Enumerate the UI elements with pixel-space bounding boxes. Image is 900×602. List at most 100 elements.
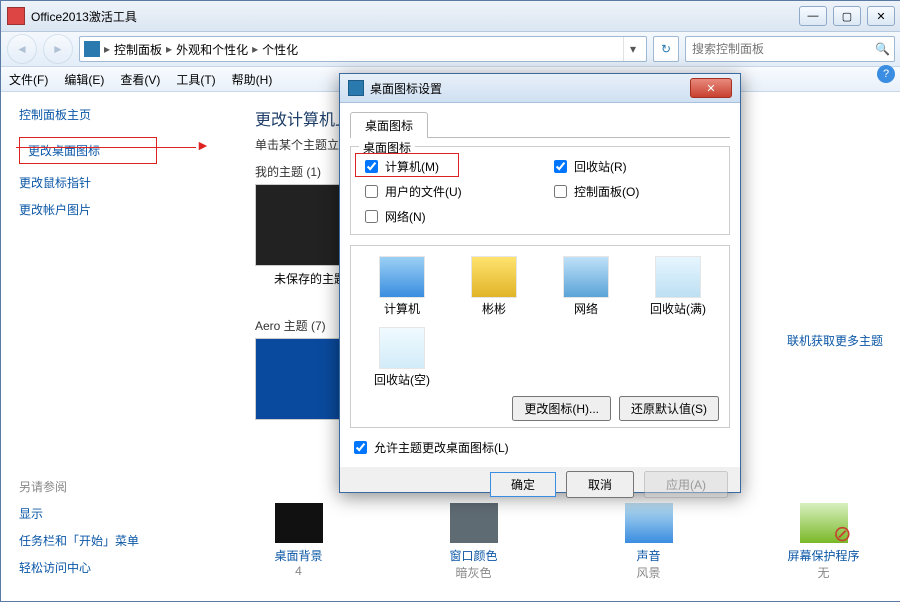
- dialog-body: 桌面图标 桌面图标 计算机(M) 回收站(R) 用户的文件: [340, 103, 740, 467]
- menu-edit[interactable]: 编辑(E): [64, 71, 104, 88]
- checkbox-label: 控制面板(O): [574, 183, 639, 200]
- checkbox-computer-input[interactable]: [365, 160, 378, 173]
- close-button[interactable]: ✕: [867, 6, 895, 26]
- icon-preview-recycle-full[interactable]: 回收站(满): [637, 256, 719, 317]
- group-legend: 桌面图标: [359, 139, 415, 156]
- search-box[interactable]: 🔍: [685, 36, 895, 62]
- navigation-bar: ◄ ► ▸ 控制面板 ▸ 外观和个性化 ▸ 个性化 ▾ ↻ 🔍: [1, 32, 900, 67]
- chevron-right-icon: ▸: [252, 42, 258, 56]
- allow-themes-checkbox[interactable]: 允许主题更改桌面图标(L): [350, 438, 730, 457]
- window-color-item[interactable]: 窗口颜色 暗灰色: [416, 503, 531, 581]
- menu-view[interactable]: 查看(V): [120, 71, 160, 88]
- checkbox-user-files[interactable]: 用户的文件(U): [361, 182, 530, 201]
- get-more-themes-link[interactable]: 联机获取更多主题: [787, 332, 883, 349]
- icon-label: 网络: [545, 300, 627, 317]
- help-icon[interactable]: ?: [877, 65, 895, 83]
- icon-label: 彬彬: [453, 300, 535, 317]
- icon-preview-recycle-empty[interactable]: 回收站(空): [361, 327, 443, 388]
- see-also-ease-of-access[interactable]: 轻松访问中心: [19, 559, 219, 576]
- minimize-button[interactable]: —: [799, 6, 827, 26]
- sidebar-link-label: 更改桌面图标: [28, 144, 100, 158]
- checkbox-network[interactable]: 网络(N): [361, 207, 530, 226]
- user-folder-icon: [471, 256, 517, 298]
- recycle-bin-empty-icon: [379, 327, 425, 369]
- back-button[interactable]: ◄: [7, 34, 37, 64]
- apply-button[interactable]: 应用(A): [644, 471, 728, 498]
- checkbox-computer[interactable]: 计算机(M): [361, 157, 530, 176]
- app-icon: [7, 7, 25, 25]
- icon-preview-user[interactable]: 彬彬: [453, 256, 535, 317]
- dialog-close-button[interactable]: ✕: [690, 78, 732, 98]
- tab-desktop-icons[interactable]: 桌面图标: [350, 112, 428, 138]
- forward-button[interactable]: ►: [43, 34, 73, 64]
- menu-tools[interactable]: 工具(T): [176, 71, 215, 88]
- cancel-button[interactable]: 取消: [566, 471, 634, 498]
- see-also-taskbar[interactable]: 任务栏和「开始」菜单: [19, 532, 219, 549]
- dialog-footer: 确定 取消 应用(A): [340, 467, 740, 501]
- address-dropdown[interactable]: ▾: [623, 37, 642, 61]
- computer-icon: [379, 256, 425, 298]
- window-title: Office2013激活工具: [31, 8, 137, 25]
- checkbox-control-panel-input[interactable]: [554, 185, 567, 198]
- explorer-window: Office2013激活工具 — ▢ ✕ ◄ ► ▸ 控制面板 ▸ 外观和个性化…: [0, 0, 900, 602]
- theme-components-row: 桌面背景 4 窗口颜色 暗灰色 声音 风景 屏幕保护程序 无: [241, 503, 881, 581]
- checkbox-recycle-bin[interactable]: 回收站(R): [550, 157, 719, 176]
- desktop-background-icon: [275, 503, 323, 543]
- sounds-label: 声音: [591, 547, 706, 564]
- location-icon: [84, 41, 100, 57]
- restore-default-button[interactable]: 还原默认值(S): [619, 396, 719, 421]
- checkbox-user-files-input[interactable]: [365, 185, 378, 198]
- checkbox-label: 计算机(M): [385, 158, 439, 175]
- titlebar: Office2013激活工具 — ▢ ✕: [1, 1, 900, 32]
- chevron-right-icon: ▸: [166, 42, 172, 56]
- icon-preview-computer[interactable]: 计算机: [361, 256, 443, 317]
- sounds-item[interactable]: 声音 风景: [591, 503, 706, 581]
- see-also-display[interactable]: 显示: [19, 505, 219, 522]
- sidebar: 控制面板主页 更改桌面图标 更改鼠标指针 更改帐户图片 另请参阅 显示 任务栏和…: [1, 92, 237, 602]
- icon-preview-group: 计算机 彬彬 网络 回收站(满): [350, 245, 730, 428]
- desktop-background-label: 桌面背景: [241, 547, 356, 564]
- screensaver-item[interactable]: 屏幕保护程序 无: [766, 503, 881, 581]
- maximize-button[interactable]: ▢: [833, 6, 861, 26]
- breadcrumb-item-personalization[interactable]: 个性化: [262, 41, 298, 58]
- change-icon-button[interactable]: 更改图标(H)...: [512, 396, 611, 421]
- desktop-background-item[interactable]: 桌面背景 4: [241, 503, 356, 581]
- checkbox-network-input[interactable]: [365, 210, 378, 223]
- search-input[interactable]: [690, 41, 871, 57]
- checkbox-recycle-bin-input[interactable]: [554, 160, 567, 173]
- sidebar-link-desktop-icons[interactable]: 更改桌面图标: [19, 137, 157, 164]
- dialog-tabs: 桌面图标: [350, 111, 730, 138]
- breadcrumb[interactable]: ▸ 控制面板 ▸ 外观和个性化 ▸ 个性化 ▾: [79, 36, 647, 62]
- allow-themes-checkbox-input[interactable]: [354, 441, 367, 454]
- checkbox-label: 允许主题更改桌面图标(L): [374, 439, 509, 456]
- sounds-icon: [625, 503, 673, 543]
- screensaver-value: 无: [766, 564, 881, 581]
- sidebar-link-mouse-pointers[interactable]: 更改鼠标指针: [19, 174, 219, 191]
- dialog-icon: [348, 80, 364, 96]
- dialog-titlebar: 桌面图标设置 ✕: [340, 74, 740, 103]
- icon-label: 回收站(满): [637, 300, 719, 317]
- desktop-icon-settings-dialog: 桌面图标设置 ✕ 桌面图标 桌面图标 计算机(M) 回收站(R): [339, 73, 741, 493]
- sidebar-link-account-picture[interactable]: 更改帐户图片: [19, 201, 219, 218]
- desktop-icons-group: 桌面图标 计算机(M) 回收站(R) 用户的文件(U): [350, 146, 730, 235]
- desktop-background-value: 4: [241, 564, 356, 578]
- breadcrumb-item-appearance[interactable]: 外观和个性化: [176, 41, 248, 58]
- checkbox-label: 用户的文件(U): [385, 183, 462, 200]
- search-icon: 🔍: [875, 42, 890, 56]
- menu-help[interactable]: 帮助(H): [232, 71, 273, 88]
- icon-preview-network[interactable]: 网络: [545, 256, 627, 317]
- refresh-button[interactable]: ↻: [653, 36, 679, 62]
- chevron-right-icon: ▸: [104, 42, 110, 56]
- window-color-value: 暗灰色: [416, 564, 531, 581]
- control-panel-home-link[interactable]: 控制面板主页: [19, 106, 219, 123]
- recycle-bin-full-icon: [655, 256, 701, 298]
- ok-button[interactable]: 确定: [490, 472, 556, 497]
- sounds-value: 风景: [591, 564, 706, 581]
- breadcrumb-item-control-panel[interactable]: 控制面板: [114, 41, 162, 58]
- menu-file[interactable]: 文件(F): [9, 71, 48, 88]
- checkbox-control-panel[interactable]: 控制面板(O): [550, 182, 719, 201]
- screensaver-label: 屏幕保护程序: [766, 547, 881, 564]
- dialog-title: 桌面图标设置: [370, 80, 684, 97]
- icon-label: 回收站(空): [361, 371, 443, 388]
- window-color-icon: [450, 503, 498, 543]
